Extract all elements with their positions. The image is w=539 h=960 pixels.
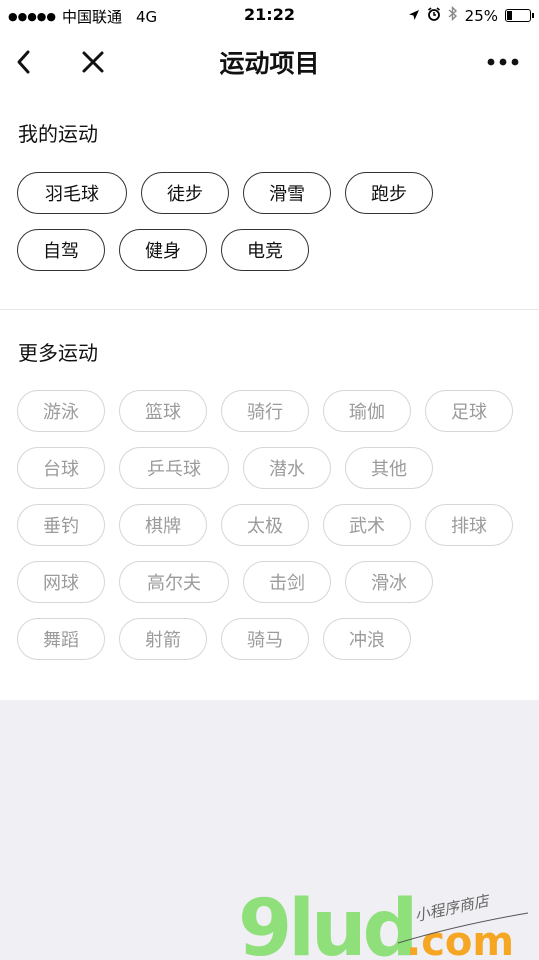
more-sport-chip[interactable]: 滑冰 (345, 561, 433, 603)
more-sport-chip[interactable]: 排球 (425, 504, 513, 546)
my-sport-chip[interactable]: 徒步 (141, 172, 229, 214)
more-menu-button[interactable] (483, 42, 523, 82)
my-sport-chip[interactable]: 电竞 (221, 229, 309, 271)
more-sport-chip[interactable]: 冲浪 (323, 618, 411, 660)
svg-text:.com: .com (406, 919, 514, 960)
more-sport-chip[interactable]: 游泳 (17, 390, 105, 432)
more-sports-list: 游泳 篮球 骑行 瑜伽 足球台球 乒乓球 潜水 其他垂钓 棋牌 太极 武术 排球网球 高尔夫 击剑 滑冰舞蹈… (17, 390, 527, 660)
my-sport-chip[interactable]: 跑步 (345, 172, 433, 214)
battery-icon (505, 9, 534, 22)
more-sport-chip[interactable]: 足球 (425, 390, 513, 432)
more-sport-chip[interactable]: 潜水 (243, 447, 331, 489)
more-sports-title: 更多运动 (18, 341, 98, 365)
more-sport-chip[interactable]: 棋牌 (119, 504, 207, 546)
svg-text:9lud: 9lud (238, 885, 414, 960)
more-sport-chip[interactable]: 瑜伽 (323, 390, 411, 432)
alarm-icon (427, 6, 441, 25)
more-sport-chip[interactable]: 高尔夫 (119, 561, 229, 603)
more-sport-chip[interactable]: 击剑 (243, 561, 331, 603)
back-button[interactable] (4, 42, 44, 82)
my-sport-chip[interactable]: 滑雪 (243, 172, 331, 214)
my-sport-chip[interactable]: 羽毛球 (17, 172, 127, 214)
my-sport-chip[interactable]: 自驾 (17, 229, 105, 271)
battery-level-fill (507, 11, 512, 20)
more-sport-chip[interactable]: 太极 (221, 504, 309, 546)
more-sport-chip[interactable]: 射箭 (119, 618, 207, 660)
my-sports-title: 我的运动 (18, 122, 98, 146)
more-sports-section: 更多运动 游泳 篮球 骑行 瑜伽 足球台球 乒乓球 潜水 其他垂钓 棋牌 太极 武术 排球网球 高尔夫击… (0, 310, 539, 700)
my-sports-section: 我的运动 羽毛球 徒步 滑雪 跑步自驾 健身 电竞 (0, 92, 539, 309)
more-sport-chip[interactable]: 舞蹈 (17, 618, 105, 660)
more-sport-chip[interactable]: 骑马 (221, 618, 309, 660)
navigation-bar: 运动项目 (0, 30, 539, 92)
status-right: 25% (408, 5, 534, 25)
more-sport-chip[interactable]: 网球 (17, 561, 105, 603)
more-dots-icon (487, 58, 519, 66)
my-sports-list: 羽毛球 徒步 滑雪 跑步自驾 健身 电竞 (17, 172, 527, 271)
battery-percent: 25% (464, 6, 498, 25)
close-button[interactable] (73, 42, 113, 82)
more-sport-chip[interactable]: 篮球 (119, 390, 207, 432)
watermark-logo: 9lud .com 小程序商店 (238, 884, 538, 960)
status-bar: ●●●●● 中国联通 4G 21:22 25% (0, 0, 539, 30)
more-sport-chip[interactable]: 武术 (323, 504, 411, 546)
bluetooth-icon (448, 5, 458, 25)
more-sport-chip[interactable]: 乒乓球 (119, 447, 229, 489)
more-sport-chip[interactable]: 骑行 (221, 390, 309, 432)
more-sport-chip[interactable]: 其他 (345, 447, 433, 489)
close-x-icon (82, 51, 104, 73)
my-sport-chip[interactable]: 健身 (119, 229, 207, 271)
location-arrow-icon (408, 7, 420, 25)
more-sport-chip[interactable]: 垂钓 (17, 504, 105, 546)
more-sport-chip[interactable]: 台球 (17, 447, 105, 489)
back-chevron-icon (17, 50, 30, 74)
